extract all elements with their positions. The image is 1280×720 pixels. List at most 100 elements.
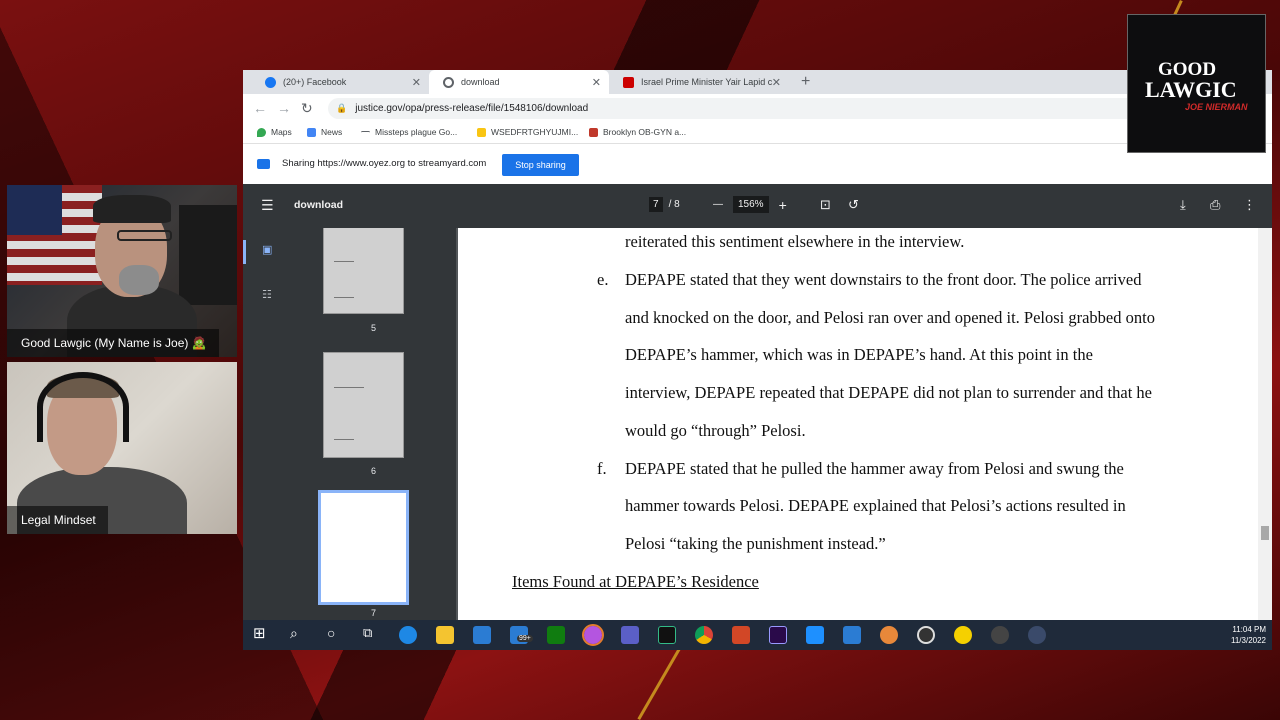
news-icon	[307, 127, 316, 137]
pdf-page: reiterated this sentiment elsewhere in t…	[458, 228, 1272, 650]
rotate-icon[interactable]: ↺	[848, 197, 859, 213]
back-icon[interactable]: ←	[253, 100, 267, 116]
more-options-icon[interactable]: ⋮	[1243, 197, 1256, 213]
bookmark-label: Missteps plague Go...	[375, 127, 458, 137]
flag-background	[7, 185, 102, 285]
new-tab-button[interactable]: +	[801, 73, 810, 91]
link-icon	[361, 130, 370, 134]
url-input[interactable]: 🔒 justice.gov/opa/press-release/file/154…	[328, 98, 1258, 119]
streamyard-icon[interactable]	[1028, 626, 1046, 644]
fit-page-icon[interactable]: ⊡	[820, 197, 831, 213]
xbox-icon[interactable]	[547, 626, 565, 644]
tab-label: download	[461, 77, 500, 87]
file-explorer-icon[interactable]	[436, 626, 454, 644]
norton-icon[interactable]	[954, 626, 972, 644]
menu-icon[interactable]: ☰	[261, 197, 274, 214]
bookmark-label: WSEDFRTGHYUJMI...	[491, 127, 579, 137]
teams-icon[interactable]	[621, 626, 639, 644]
forward-icon[interactable]: →	[277, 100, 291, 116]
thumbnail-panel: 5 6 7	[291, 228, 456, 650]
download-icon[interactable]: ⤓	[1180, 197, 1186, 213]
body-text-line: Pelosi “taking the punishment instead.”	[625, 534, 886, 553]
zoom-controls: — 156% +	[713, 196, 787, 213]
sharing-text: Sharing https://www.oyez.org to streamya…	[282, 158, 487, 169]
vertical-scrollbar[interactable]	[1258, 228, 1272, 636]
obs-icon[interactable]	[917, 626, 935, 644]
reload-icon[interactable]: ↻	[301, 100, 313, 117]
tab-download[interactable]: download ✕	[429, 70, 609, 94]
edge-icon[interactable]	[399, 626, 417, 644]
bookmark-folder[interactable]: WSEDFRTGHYUJMI...	[477, 127, 578, 137]
page-total: 8	[674, 199, 680, 210]
screen-share-bar: Sharing https://www.oyez.org to streamya…	[243, 144, 1272, 184]
terminal-icon[interactable]	[658, 626, 676, 644]
bookmark-news[interactable]: News	[307, 127, 342, 137]
page-thumbnail[interactable]	[323, 228, 404, 314]
sidebar-rail: ▣ ☷	[243, 228, 291, 650]
app-icon[interactable]	[991, 626, 1009, 644]
search-icon[interactable]: ⌕	[290, 625, 308, 643]
start-icon[interactable]: ⊞	[253, 624, 271, 642]
cortana-icon[interactable]: ○	[327, 625, 345, 643]
zoom-in-icon[interactable]: +	[779, 197, 787, 213]
host-name-label: Good Lawgic (My Name is Joe) 🧟	[7, 329, 219, 357]
body-text-line: would go “through” Pelosi.	[625, 421, 806, 440]
body-text-line: interview, DEPAPE repeated that DEPAPE d…	[625, 383, 1152, 402]
tab-facebook[interactable]: (20+) Facebook ✕	[251, 70, 429, 94]
messenger-icon[interactable]	[582, 624, 604, 646]
address-bar: ← → ↻ 🔒 justice.gov/opa/press-release/fi…	[243, 94, 1272, 122]
thumbnail-label: 5	[370, 323, 376, 333]
tab-cnn[interactable]: Israel Prime Minister Yair Lapid c ✕	[609, 70, 789, 94]
tab-label: Israel Prime Minister Yair Lapid c	[641, 77, 773, 87]
page-number-input[interactable]: 7	[649, 197, 663, 212]
bookmark-missteps[interactable]: Missteps plague Go...	[361, 127, 457, 137]
premiere-icon[interactable]	[769, 626, 787, 644]
wall-sign	[179, 205, 237, 305]
system-clock[interactable]: 11:04 PM 11/3/2022	[1231, 624, 1266, 646]
lock-icon: 🔒	[336, 103, 348, 113]
maps-icon	[257, 127, 266, 137]
bookmark-brooklyn[interactable]: Brooklyn OB-GYN a...	[589, 127, 686, 137]
windows-taskbar: ⊞ ⌕ ○ ⧉ 99+ 11:04 PM 11/3/2022	[243, 620, 1272, 650]
body-text-line: DEPAPE stated that he pulled the hammer …	[625, 459, 1124, 478]
chrome-icon[interactable]	[695, 626, 713, 644]
zoom-input[interactable]: 156%	[733, 196, 769, 213]
channel-logo: GOOD LAWGIC JOE NIERMAN	[1127, 14, 1266, 153]
close-icon[interactable]: ✕	[412, 76, 421, 89]
body-text-line: reiterated this sentiment elsewhere in t…	[625, 232, 965, 251]
clock-date: 11/3/2022	[1231, 636, 1266, 645]
bookmark-label: Maps	[271, 127, 292, 137]
body-text-line: DEPAPE stated that they went downstairs …	[625, 270, 1142, 289]
thumbnail-label: 6	[370, 466, 376, 476]
scrollbar-thumb[interactable]	[1261, 526, 1269, 540]
store-icon[interactable]	[473, 626, 491, 644]
zoom-out-icon[interactable]: —	[713, 199, 723, 210]
photos-icon[interactable]	[843, 626, 861, 644]
bookmarks-bar: Maps News Missteps plague Go... WSEDFRTG…	[243, 122, 1272, 144]
page-thumbnail-selected[interactable]	[318, 490, 409, 605]
close-icon[interactable]: ✕	[592, 76, 601, 89]
glasses	[117, 230, 172, 241]
task-view-icon[interactable]: ⧉	[363, 625, 381, 643]
thumbnails-icon[interactable]: ▣	[262, 243, 272, 256]
page-thumbnail[interactable]	[323, 352, 404, 458]
print-icon[interactable]: ⎙	[1210, 197, 1220, 213]
stop-sharing-button[interactable]: Stop sharing	[502, 154, 579, 176]
notification-badge: 99+	[517, 635, 533, 642]
outline-icon[interactable]: ☷	[262, 288, 272, 301]
logo-line-2: LAWGIC	[1145, 77, 1237, 102]
list-marker: f.	[597, 459, 607, 478]
paint-icon[interactable]	[880, 626, 898, 644]
bookmark-maps[interactable]: Maps	[257, 127, 292, 137]
close-icon[interactable]: ✕	[772, 76, 781, 89]
tab-label: (20+) Facebook	[283, 77, 347, 87]
bookmark-label: News	[321, 127, 343, 137]
bookmark-label: Brooklyn OB-GYN a...	[603, 127, 687, 137]
screen-share-icon	[257, 159, 270, 169]
url-text: justice.gov/opa/press-release/file/15481…	[355, 103, 589, 114]
powerpoint-icon[interactable]	[732, 626, 750, 644]
site-icon	[589, 127, 598, 137]
logo-line-3: JOE NIERMAN	[1185, 102, 1248, 112]
beard	[119, 265, 159, 295]
video-app-icon[interactable]	[806, 626, 824, 644]
